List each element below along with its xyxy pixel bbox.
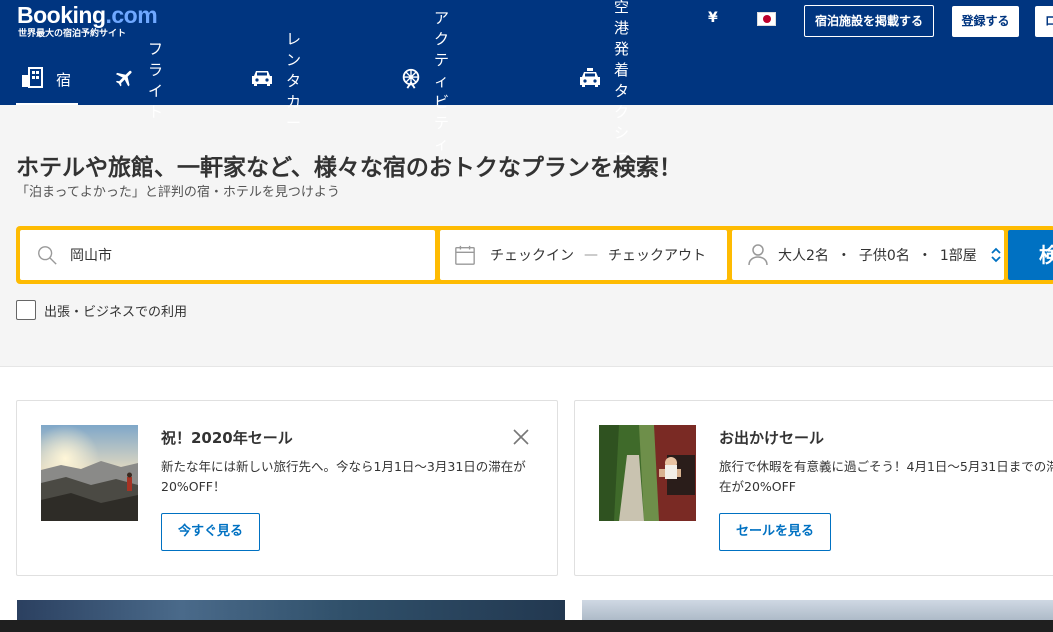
children-count: 子供0名 xyxy=(858,248,910,264)
destination-field[interactable]: 岡山市 xyxy=(20,230,435,280)
nav-label-activities: アクティビティ xyxy=(434,8,450,153)
deal-description: 新たな年には新しい旅行先へ。今なら1月1日〜3月31日の滞在が20%OFF！ xyxy=(161,459,526,494)
train-window-image xyxy=(599,425,696,521)
checkin-label[interactable]: チェックイン xyxy=(490,245,574,265)
close-icon[interactable] xyxy=(512,428,530,446)
destination-input[interactable]: 岡山市 xyxy=(70,245,112,265)
business-trip-option[interactable]: 出張・ビジネスでの利用 xyxy=(16,300,187,320)
person-icon xyxy=(748,244,768,266)
plane-icon xyxy=(114,67,136,93)
date-separator: — xyxy=(584,247,598,263)
date-picker-field[interactable]: チェックイン — チェックアウト xyxy=(440,230,727,280)
view-sale-button[interactable]: セールを見る xyxy=(719,513,832,551)
mountain-sunrise-image xyxy=(41,425,138,521)
search-bar: 岡山市 チェックイン — チェックアウト 大人2名 ・ 子供0名 ・ 1部屋 検… xyxy=(16,226,1053,284)
os-taskbar xyxy=(0,620,1053,632)
register-button[interactable]: 登録する xyxy=(952,6,1019,37)
top-header: Booking.com 世界最大の宿泊予約サイト ¥ 宿泊施設を掲載する 登録す… xyxy=(0,0,1053,163)
page-title: ホテルや旅館、一軒家など、様々な宿のおトクなプランを検索！ xyxy=(16,155,682,181)
nav-item-car-rental[interactable]: レンタカー xyxy=(250,30,301,132)
view-now-button[interactable]: 今すぐ見る xyxy=(161,513,261,551)
logo-dotcom-text: .com xyxy=(105,2,158,28)
adults-count: 大人2名 xyxy=(778,248,829,264)
deal-description: 旅行で休暇を有意義に過ごそう！4月1日〜5月31日までの滞在が20%OFF xyxy=(719,459,1053,494)
calendar-icon xyxy=(454,244,476,266)
logo-tagline: 世界最大の宿泊予約サイト xyxy=(18,29,127,39)
list-property-button[interactable]: 宿泊施設を掲載する xyxy=(804,5,935,37)
car-icon xyxy=(250,68,274,92)
page-subtitle: 「泊まってよかった」と評判の宿・ホテルを見つけよう xyxy=(16,185,340,200)
booking-logo[interactable]: Booking.com 世界最大の宿泊予約サイト xyxy=(17,2,158,40)
nav-label-airport-taxi: 空港発着タクシー xyxy=(614,0,630,163)
business-trip-label: 出張・ビジネスでの利用 xyxy=(44,304,188,320)
taxi-icon xyxy=(578,67,602,93)
guest-separator-2: ・ xyxy=(917,248,932,264)
rooms-count: 1部屋 xyxy=(939,248,977,264)
deal-card-new-year: 祝！2020年セール 新たな年には新しい旅行先へ。今なら1月1日〜3月31日の滞… xyxy=(16,400,558,576)
nav-label-stays: 宿 xyxy=(56,70,72,89)
ferris-wheel-icon xyxy=(400,67,422,93)
search-icon xyxy=(36,244,58,266)
business-trip-checkbox[interactable] xyxy=(16,300,36,320)
logo-main-text: Booking xyxy=(17,2,106,28)
deal-title: 祝！2020年セール xyxy=(161,429,293,447)
search-button[interactable]: 検索 xyxy=(1008,230,1053,280)
checkout-label[interactable]: チェックアウト xyxy=(608,245,706,265)
guest-separator-1: ・ xyxy=(836,248,851,264)
chevron-updown-icon xyxy=(991,247,1001,263)
guests-field[interactable]: 大人2名 ・ 子供0名 ・ 1部屋 xyxy=(732,230,1004,280)
nav-item-airport-taxi[interactable]: 空港発着タクシー xyxy=(578,0,629,163)
currency-selector[interactable]: ¥ xyxy=(708,10,718,26)
deal-card-outing: お出かけセール 旅行で休暇を有意義に過ごそう！4月1日〜5月31日までの滞在が2… xyxy=(574,400,1053,576)
nav-item-stays[interactable]: 宿 xyxy=(16,55,78,105)
nav-label-car-rental: レンタカー xyxy=(286,29,302,132)
nav-item-flights[interactable]: フライト xyxy=(114,40,163,121)
login-button[interactable]: ロ xyxy=(1035,6,1053,37)
nav-label-flights: フライト xyxy=(148,40,164,121)
nav-item-activities[interactable]: アクティビティ xyxy=(400,9,449,153)
bed-icon xyxy=(20,65,44,93)
japan-flag-icon[interactable] xyxy=(757,12,776,26)
deal-title: お出かけセール xyxy=(719,429,825,447)
